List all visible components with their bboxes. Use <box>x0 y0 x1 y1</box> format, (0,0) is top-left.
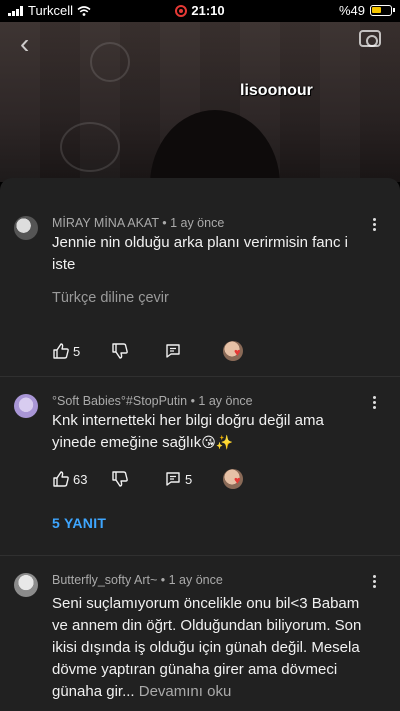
comment-age: 1 ay önce <box>170 216 225 230</box>
more-options-icon[interactable] <box>364 573 384 593</box>
camera-icon[interactable] <box>359 30 381 47</box>
comment-text: Jennie nin olduğu arka planı verirmisin … <box>52 234 348 273</box>
decor-plate <box>90 42 130 82</box>
avatar[interactable] <box>14 394 38 418</box>
comment-author[interactable]: MİRAY MİNA AKAT <box>52 216 159 230</box>
creator-heart-icon <box>223 341 243 361</box>
translate-link[interactable]: Türkçe diline çevir <box>52 290 169 306</box>
back-chevron-icon[interactable]: ‹ <box>20 28 29 60</box>
dislike-icon[interactable] <box>111 342 129 360</box>
comment-author[interactable]: Butterfly_softy Art~ <box>52 573 157 587</box>
creator-heart-icon <box>223 469 243 489</box>
decor-teapot <box>60 122 120 172</box>
battery-percent: %49 <box>338 3 365 18</box>
comment-emojis: 😘✨ <box>201 435 234 451</box>
comment-text-line: yinede emeğine sağlık <box>52 434 202 451</box>
video-player[interactable]: lisoonour ‹ <box>0 22 400 182</box>
comment-author[interactable]: °Soft Babies°#StopPutin <box>52 394 187 408</box>
avatar[interactable] <box>14 216 38 240</box>
time-text: 21:10 <box>191 3 225 18</box>
like-count: 5 <box>73 344 81 359</box>
dislike-icon[interactable] <box>111 470 129 488</box>
video-watermark: lisoonour <box>240 82 313 99</box>
like-count: 63 <box>73 472 88 487</box>
avatar[interactable] <box>14 573 38 597</box>
divider <box>0 555 400 556</box>
view-replies-button[interactable]: 5 YANIT <box>52 515 106 531</box>
divider <box>0 376 400 377</box>
battery-icon <box>370 5 395 16</box>
comment-meta: °Soft Babies°#StopPutin • 1 ay önce <box>52 394 253 408</box>
reply-count: 5 <box>185 472 193 487</box>
screen-record-icon <box>175 5 188 17</box>
read-more-link[interactable]: Devamını oku <box>139 683 232 700</box>
comment-age: 1 ay önce <box>168 573 223 587</box>
reply-icon[interactable] <box>165 343 181 359</box>
comment-meta: Butterfly_softy Art~ • 1 ay önce <box>52 573 223 587</box>
comment-meta: MİRAY MİNA AKAT • 1 ay önce <box>52 216 225 230</box>
battery-info: %49 <box>338 3 395 18</box>
comment-text: Knk internetteki her bilgi doğru değil a… <box>52 410 374 454</box>
comments-panel[interactable]: MİRAY MİNA AKAT • 1 ay önce Jennie nin o… <box>0 178 400 711</box>
like-icon[interactable] <box>52 342 70 360</box>
reply-icon[interactable] <box>165 471 181 487</box>
comment-actions: 63 5 <box>52 469 252 490</box>
comment-actions: 5 <box>52 341 252 362</box>
comment-age: 1 ay önce <box>198 394 253 408</box>
comment-text: Seni suçlamıyorum öncelikle onu bil<3 Ba… <box>52 593 374 703</box>
like-icon[interactable] <box>52 470 70 488</box>
status-bar: Turkcell 21:10 %49 <box>0 0 400 22</box>
comment-text-line: Knk internetteki her bilgi doğru değil a… <box>52 412 324 429</box>
